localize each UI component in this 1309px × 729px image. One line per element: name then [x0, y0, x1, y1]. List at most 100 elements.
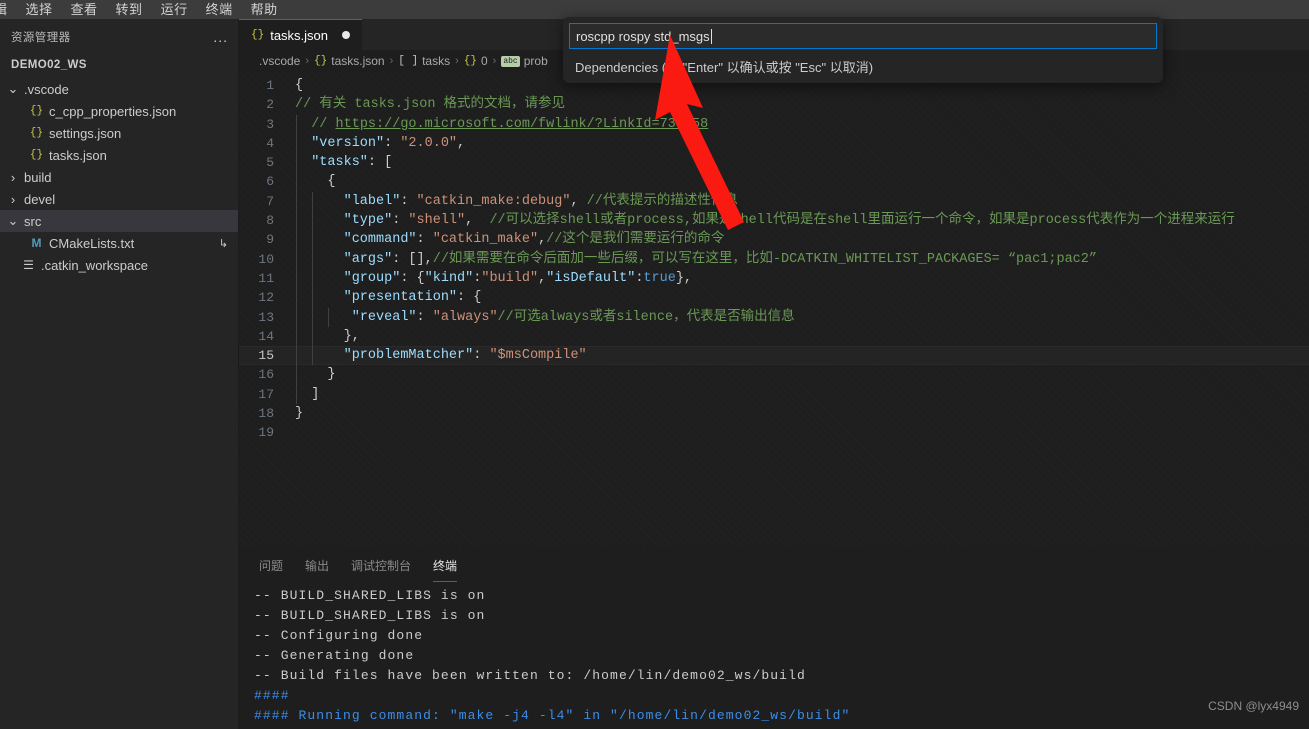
code-line: 19	[239, 423, 1309, 442]
breadcrumb-label: .vscode	[259, 54, 301, 68]
code-line: 15 "problemMatcher": "$msCompile"	[239, 346, 1309, 366]
tree-item--catkin-workspace[interactable]: ☰ .catkin_workspace	[0, 254, 238, 276]
menu-item-help[interactable]: 帮助	[242, 0, 287, 19]
line-number: 2	[266, 97, 274, 113]
quick-input-widget[interactable]: roscpp rospy std_msgs Dependencies (按 "E…	[563, 17, 1163, 83]
code-editor[interactable]: 1{2// 有关 tasks.json 格式的文档，请参见 3 // https:…	[239, 72, 1309, 559]
line-number: 6	[266, 174, 274, 190]
explorer-sidebar: 资源管理器 ... DEMO02_WS ⌄ .vscode{} c_cpp_prop…	[0, 19, 239, 729]
menu-item-goto[interactable]: 转到	[107, 0, 152, 19]
tree-item-label: CMakeLists.txt	[49, 235, 135, 251]
tree-item-c-cpp-properties-json[interactable]: {} c_cpp_properties.json	[0, 100, 238, 122]
tree-item-src[interactable]: ⌄ src	[0, 210, 238, 232]
code-line: 6 {	[239, 172, 1309, 192]
chevron-right-icon[interactable]: ›	[6, 192, 20, 207]
line-number: 16	[258, 367, 274, 383]
menu-item-edit[interactable]: 辑	[0, 0, 17, 19]
line-number: 12	[258, 290, 274, 306]
line-number: 3	[266, 116, 274, 132]
code-line-text: "problemMatcher": "$msCompile"	[295, 346, 1309, 366]
code-line-text: "tasks": [	[295, 153, 1309, 173]
breadcrumb-item-0[interactable]: {} 0	[464, 54, 488, 68]
json-icon: {}	[29, 105, 44, 117]
json-icon: {}	[29, 127, 44, 139]
menu-item-terminal[interactable]: 终端	[197, 0, 242, 19]
code-content: 1{2// 有关 tasks.json 格式的文档，请参见 3 // https:…	[239, 72, 1309, 443]
line-number: 11	[258, 270, 274, 286]
code-line: 16 }	[239, 365, 1309, 385]
vscode-window: 辑 选择 查看 转到 运行 终端 帮助 资源管理器 ... DEMO02_WS …	[0, 0, 1309, 729]
breadcrumb-item--vscode[interactable]: .vscode	[259, 54, 300, 68]
panel-tab-3[interactable]: 终端	[433, 549, 458, 582]
breadcrumb-symbol-icon: {}	[314, 55, 328, 67]
code-line: 17 ]	[239, 384, 1309, 405]
code-line-text: }	[295, 365, 1309, 385]
code-line: 11 "group": {"kind":"build","isDefault":…	[239, 268, 1309, 289]
json-icon: {}	[29, 149, 44, 161]
line-number: 5	[266, 155, 274, 171]
more-actions-icon[interactable]: ...	[213, 30, 228, 44]
code-line: 5 "tasks": [	[239, 153, 1309, 173]
code-line: 18}	[239, 404, 1309, 423]
quick-input-field[interactable]: roscpp rospy std_msgs	[569, 23, 1157, 49]
breadcrumb-item-tasks[interactable]: [ ] tasks	[398, 54, 450, 68]
bottom-panel: 问题 输出 调试控制台 终端 -- BUILD_SHARED_LIBS is on --…	[239, 548, 1309, 729]
code-line: 12 "presentation": {	[239, 288, 1309, 308]
code-line: 10 "args": [],//如果需要在命令后面加一些后缀，可以写在这里，比如…	[239, 249, 1309, 269]
terminal-output[interactable]: -- BUILD_SHARED_LIBS is on -- BUILD_SHARE…	[239, 583, 1309, 729]
terminal-line: -- Generating done	[254, 648, 415, 663]
tree-item-devel[interactable]: › devel	[0, 188, 238, 210]
code-line-text: "presentation": {	[295, 288, 1309, 308]
cmake-icon: M	[31, 236, 42, 250]
line-number: 14	[258, 328, 274, 344]
tree-item-settings-json[interactable]: {} settings.json	[0, 122, 238, 144]
tree-item-cmakelists-txt[interactable]: M CMakeLists.txt ↳	[0, 232, 238, 254]
terminal-line: ####	[254, 688, 290, 703]
line-number: 17	[258, 386, 274, 402]
code-line-text: },	[295, 326, 1309, 347]
text-file-icon: ☰	[23, 258, 34, 273]
line-number: 9	[266, 232, 274, 248]
line-number: 15	[258, 348, 274, 364]
tree-item-tasks-json[interactable]: {} tasks.json	[0, 144, 238, 166]
panel-tab-bar: 问题 输出 调试控制台 终端	[239, 548, 1309, 583]
breadcrumb-separator-icon: ›	[455, 55, 459, 67]
chevron-right-icon[interactable]: ›	[6, 170, 20, 185]
panel-tab-2[interactable]: 调试控制台	[351, 549, 411, 582]
terminal-line: -- Build files have been written to: /ho…	[254, 668, 806, 683]
chevron-down-icon[interactable]: ⌄	[6, 213, 20, 229]
tree-item-label: devel	[24, 191, 56, 207]
breadcrumb-item-prob[interactable]: abc prob	[501, 54, 548, 68]
tab-label: tasks.json	[270, 27, 329, 43]
breadcrumb-separator-icon: ›	[305, 55, 310, 67]
terminal-line: -- Configuring done	[254, 628, 424, 643]
tree-item-build[interactable]: › build	[0, 166, 238, 188]
breadcrumb-item-tasks-json[interactable]: {} tasks.json	[314, 54, 385, 68]
line-number: 19	[258, 425, 274, 441]
menu-item-run[interactable]: 运行	[152, 0, 197, 19]
code-line-text: // https://go.microsoft.com/fwlink/?Link…	[295, 114, 1309, 134]
line-number: 4	[266, 135, 274, 151]
explorer-title: 资源管理器	[11, 31, 71, 44]
panel-tab-1[interactable]: 输出	[305, 549, 329, 582]
code-line-text: "reveal": "always"//可选always或者silence，代表…	[295, 307, 1309, 327]
chevron-down-icon[interactable]: ⌄	[6, 81, 20, 97]
tree-item-label: tasks.json	[49, 147, 107, 163]
code-line-text	[295, 423, 1309, 442]
code-line-text: {	[295, 172, 1309, 192]
tree-item-label: .vscode	[24, 81, 69, 97]
code-line-text: "command": "catkin_make",//这个是我们需要运行的命令	[295, 230, 1309, 250]
code-line: 2 // 有关 tasks.json 格式的文档，请参见	[239, 95, 1309, 114]
tab-tasks-json[interactable]: {} tasks.json	[239, 19, 363, 50]
code-line-text: // 有关 tasks.json 格式的文档，请参见	[295, 97, 566, 113]
menu-item-view[interactable]: 查看	[62, 0, 107, 19]
code-line-text: }	[295, 406, 304, 422]
panel-tab-0[interactable]: 问题	[259, 549, 283, 582]
tree-item--vscode[interactable]: ⌄ .vscode	[0, 78, 238, 100]
code-line: 7 "label": "catkin_make:debug", //代表提示的描…	[239, 191, 1309, 212]
breadcrumb-label: tasks.json	[331, 54, 385, 68]
menu-item-selection[interactable]: 选择	[17, 0, 62, 19]
quick-input-description: Dependencies (按 "Enter" 以确认或按 "Esc" 以取消)	[575, 60, 874, 75]
unsaved-dot-icon	[342, 31, 351, 39]
workspace-root-label[interactable]: DEMO02_WS	[0, 54, 238, 76]
